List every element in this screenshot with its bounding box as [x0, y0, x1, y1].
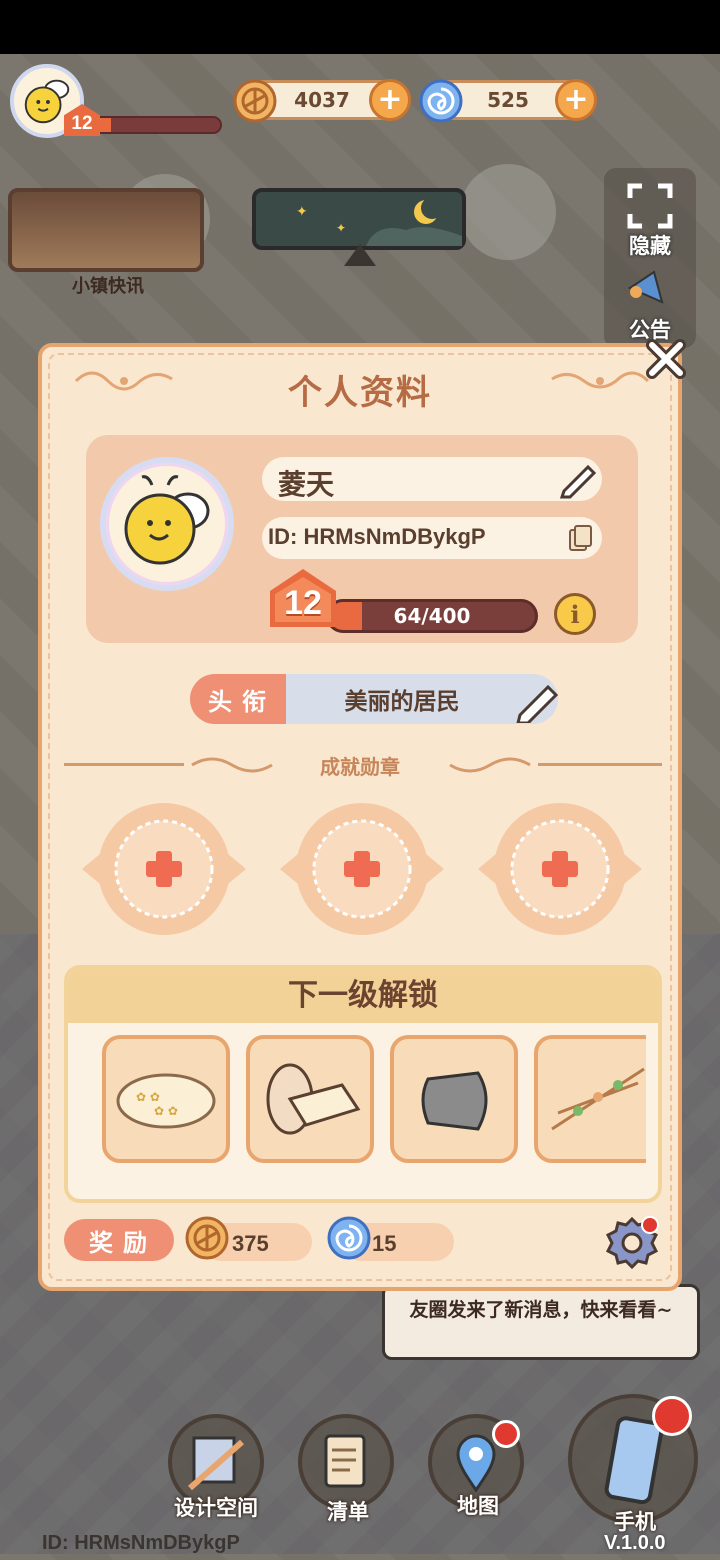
- player-name: 菱天: [278, 468, 335, 501]
- add-badge-icon: [82, 803, 246, 935]
- map-label: 地图: [457, 1494, 499, 1518]
- notification-dot: [492, 1420, 520, 1448]
- edit-pencil-icon[interactable]: [558, 459, 600, 499]
- pillow-icon: [266, 1063, 361, 1135]
- reward-tag: 奖励: [64, 1219, 174, 1261]
- unlock-item[interactable]: [390, 1035, 518, 1163]
- xp-bar: [88, 116, 222, 134]
- bee-icon: [124, 475, 210, 565]
- swirl-gem-icon: [419, 79, 463, 123]
- swirl-gem-icon: [327, 1216, 371, 1260]
- cushion-icon: [421, 1071, 488, 1131]
- unlock-item[interactable]: ✿ ✿ ✿ ✿: [102, 1035, 230, 1163]
- profile-modal: 个人资料 菱天 ID: HRMsNmDBykgP 64/400 12 i 头衔 …: [38, 339, 686, 1291]
- hide-frame-icon[interactable]: [626, 182, 674, 230]
- coin-icon: [233, 79, 277, 123]
- achievement-slot[interactable]: [82, 799, 246, 939]
- title-value: 美丽的居民: [344, 689, 460, 715]
- unlock-item[interactable]: [246, 1035, 374, 1163]
- gem-counter: 525 +: [419, 79, 597, 123]
- scroll-list-icon: [324, 1434, 366, 1488]
- add-badge-icon: [478, 803, 642, 935]
- player-id: ID: HRMsNmDBykgP: [268, 524, 486, 549]
- version-label: V.1.0.0: [604, 1532, 666, 1554]
- footer-player-id: ID: HRMsNmDBykgP: [42, 1532, 240, 1554]
- town-news-thumbnail[interactable]: [8, 188, 204, 272]
- name-field[interactable]: 菱天: [262, 457, 602, 501]
- coin-icon: [185, 1216, 229, 1260]
- chat-notification-toast[interactable]: 友圈发来了新消息，快来看看~: [382, 1284, 700, 1360]
- svg-text:✦: ✦: [296, 204, 308, 220]
- flourish-ornament-icon: [551, 371, 650, 389]
- profile-xp-bar: 64/400: [326, 599, 538, 633]
- title-tag: 头衔: [190, 674, 286, 724]
- unlock-header: 下一级解锁: [68, 969, 658, 1023]
- town-news-label: 小镇快讯: [72, 276, 144, 297]
- add-gems-button[interactable]: +: [555, 79, 597, 121]
- megaphone-icon[interactable]: [624, 262, 676, 314]
- unlock-items-list[interactable]: ✿ ✿ ✿ ✿: [102, 1035, 646, 1167]
- close-icon[interactable]: [640, 333, 692, 385]
- player-id-field: ID: HRMsNmDBykgP: [262, 517, 602, 559]
- title-row[interactable]: 头衔 美丽的居民: [190, 674, 558, 724]
- profile-avatar[interactable]: [100, 457, 234, 591]
- achievement-slot[interactable]: [478, 799, 642, 939]
- notification-dot: [652, 1396, 692, 1436]
- edit-pencil-icon[interactable]: [512, 677, 564, 723]
- add-badge-icon: [280, 803, 444, 935]
- string-lights-icon: [551, 1067, 645, 1131]
- next-level-unlock-panel: 下一级解锁 ✿ ✿ ✿ ✿: [64, 965, 662, 1203]
- divider: [538, 763, 662, 766]
- flower-rug-icon: ✿ ✿✿ ✿: [116, 1073, 216, 1129]
- xp-text: 64/400: [393, 604, 471, 628]
- triangle-pointer-icon: [344, 244, 376, 266]
- right-side-menu: 隐藏 公告: [604, 168, 696, 348]
- svg-text:✿ ✿: ✿ ✿: [154, 1104, 178, 1118]
- reward-coins-value: 375: [232, 1231, 269, 1256]
- svg-text:✿ ✿: ✿ ✿: [136, 1090, 160, 1104]
- achievement-slot[interactable]: [280, 799, 444, 939]
- status-bar: [0, 0, 720, 54]
- info-button[interactable]: i: [554, 593, 596, 635]
- background-sun: [460, 164, 556, 260]
- design-space-label: 设计空间: [174, 1496, 258, 1520]
- gear-icon[interactable]: [602, 1213, 662, 1273]
- profile-level-value: 12: [284, 584, 322, 622]
- day-night-indicator[interactable]: ✦ ✦: [252, 188, 466, 250]
- svg-text:✦: ✦: [336, 221, 346, 235]
- add-coins-button[interactable]: +: [369, 79, 411, 121]
- unlock-item[interactable]: [534, 1035, 646, 1163]
- coin-counter: 4037 +: [233, 79, 411, 123]
- hide-ui-label[interactable]: 隐藏: [604, 230, 696, 260]
- reward-gems-value: 15: [372, 1231, 397, 1256]
- night-sky-icon: ✦✦: [296, 197, 462, 246]
- copy-icon[interactable]: [566, 524, 594, 552]
- flourish-ornament-icon: [449, 757, 531, 773]
- checklist-label: 清单: [327, 1500, 369, 1524]
